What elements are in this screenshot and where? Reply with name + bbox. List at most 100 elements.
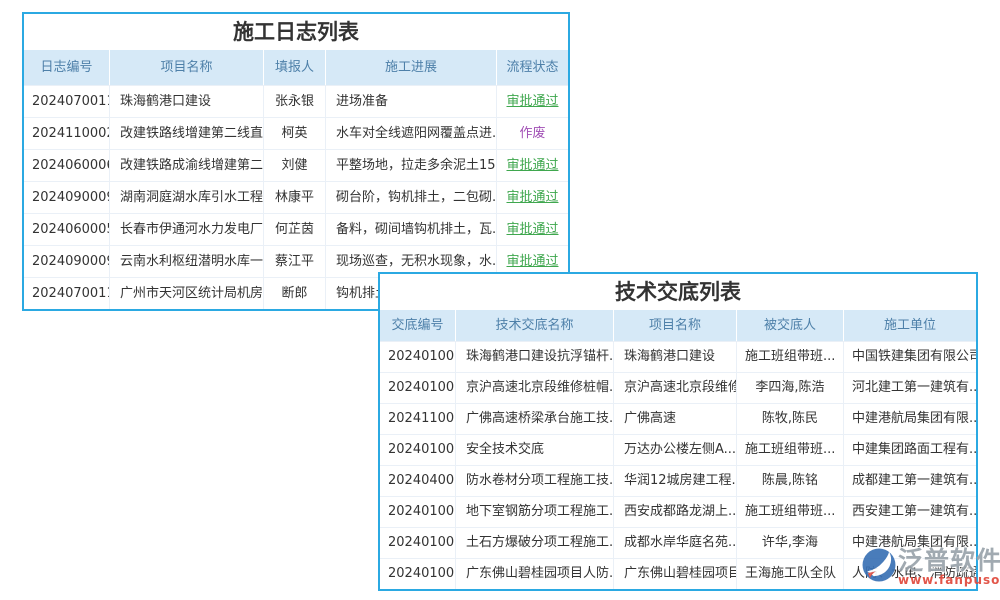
column-header-disclosure-project: 项目名称 [614, 310, 737, 341]
technical-disclosure-header-row: 交底编号 技术交底名称 项目名称 被交底人 施工单位 [380, 310, 976, 341]
log-progress-text: 水车对全线遮阳网覆盖点进... [326, 118, 497, 149]
log-project-link[interactable]: 改建铁路成渝线增建第二... [110, 150, 264, 181]
disclosure-name-link[interactable]: 珠海鹤港口建设抗浮锚杆... [456, 342, 614, 372]
disclosure-table-row: 2024010003 安全技术交底 万达办公楼左侧A... 施工班组带班... … [380, 434, 976, 465]
column-header-recipient: 被交底人 [737, 310, 844, 341]
disclosure-project-link[interactable]: 成都水岸华庭名苑... [614, 528, 737, 558]
column-header-progress: 施工进展 [326, 50, 497, 85]
disclosure-recipient-text: 王海施工队全队 [737, 559, 844, 589]
log-id-link[interactable]: 2024070011 [24, 278, 110, 309]
log-status-link[interactable]: 审批通过 [497, 86, 568, 117]
log-progress-text: 备料，砌间墙钩机排土，瓦... [326, 214, 497, 245]
column-header-project-name: 项目名称 [110, 50, 264, 85]
log-reporter: 断郎 [264, 278, 326, 309]
disclosure-table-row: 2024010004 京沪高速北京段维修桩帽... 京沪高速北京段维修 李四海,… [380, 372, 976, 403]
disclosure-name-link[interactable]: 防水卷材分项工程施工技... [456, 466, 614, 496]
disclosure-unit-text: 成都建工第一建筑有... [844, 466, 976, 496]
disclosure-name-link[interactable]: 地下室钢筋分项工程施工... [456, 497, 614, 527]
log-table-row: 2024060005 长春市伊通河水力发电厂... 何芷茵 备料，砌间墙钩机排土… [24, 213, 568, 245]
log-reporter: 林康平 [264, 182, 326, 213]
construction-log-header-row: 日志编号 项目名称 填报人 施工进展 流程状态 [24, 50, 568, 85]
log-id-link[interactable]: 2024110002 [24, 118, 110, 149]
log-project-link[interactable]: 云南水利枢纽潜明水库一... [110, 246, 264, 277]
log-project-link[interactable]: 长春市伊通河水力发电厂... [110, 214, 264, 245]
column-header-log-id: 日志编号 [24, 50, 110, 85]
disclosure-unit-text: 河北建工第一建筑有... [844, 373, 976, 403]
log-id-link[interactable]: 2024090009 [24, 182, 110, 213]
log-project-link[interactable]: 改建铁路线增建第二线直... [110, 118, 264, 149]
construction-log-panel: 施工日志列表 日志编号 项目名称 填报人 施工进展 流程状态 202407001… [22, 12, 570, 311]
disclosure-project-link[interactable]: 广东佛山碧桂园项目 [614, 559, 737, 589]
disclosure-name-link[interactable]: 京沪高速北京段维修桩帽... [456, 373, 614, 403]
disclosure-table-row: 2024110001 广佛高速桥梁承台施工技... 广佛高速 陈牧,陈民 中建港… [380, 403, 976, 434]
disclosure-name-link[interactable]: 安全技术交底 [456, 435, 614, 465]
technical-disclosure-panel: 技术交底列表 交底编号 技术交底名称 项目名称 被交底人 施工单位 202401… [378, 272, 978, 591]
log-progress-text: 砌台阶，钩机排土，二包砌... [326, 182, 497, 213]
disclosure-table-row: 2024010002 地下室钢筋分项工程施工... 西安成都路龙湖上... 施工… [380, 496, 976, 527]
construction-log-title: 施工日志列表 [24, 14, 568, 50]
log-id-link[interactable]: 2024060006 [24, 150, 110, 181]
log-id-link[interactable]: 2024090009 [24, 246, 110, 277]
technical-disclosure-title: 技术交底列表 [380, 274, 976, 310]
column-header-reporter: 填报人 [264, 50, 326, 85]
log-id-link[interactable]: 2024070011 [24, 86, 110, 117]
disclosure-unit-text: 西安建工第一建筑有... [844, 497, 976, 527]
disclosure-id-link[interactable]: 2024010003 [380, 435, 456, 465]
log-status-link[interactable]: 作废 [497, 118, 568, 149]
log-project-link[interactable]: 湖南洞庭湖水库引水工程... [110, 182, 264, 213]
log-project-link[interactable]: 广州市天河区统计局机房... [110, 278, 264, 309]
log-table-row: 2024090009 湖南洞庭湖水库引水工程... 林康平 砌台阶，钩机排土，二… [24, 181, 568, 213]
disclosure-project-link[interactable]: 华润12城房建工程... [614, 466, 737, 496]
disclosure-unit-text: 中国铁建集团有限公司 [844, 342, 976, 372]
log-table-row: 2024110002 改建铁路线增建第二线直... 柯英 水车对全线遮阳网覆盖点… [24, 117, 568, 149]
disclosure-id-link[interactable]: 2024010003 [380, 342, 456, 372]
disclosure-unit-text: 中建港航局集团有限... [844, 404, 976, 434]
disclosure-project-link[interactable]: 京沪高速北京段维修 [614, 373, 737, 403]
disclosure-id-link[interactable]: 2024040001 [380, 466, 456, 496]
log-reporter: 张永银 [264, 86, 326, 117]
disclosure-id-link[interactable]: 2024110001 [380, 404, 456, 434]
log-table-row: 2024060006 改建铁路成渝线增建第二... 刘健 平整场地，拉走多余泥土… [24, 149, 568, 181]
disclosure-table-row: 2024010003 珠海鹤港口建设抗浮锚杆... 珠海鹤港口建设 施工班组带班… [380, 341, 976, 372]
log-table-row: 2024070011 珠海鹤港口建设 张永银 进场准备 审批通过 [24, 85, 568, 117]
log-status-link[interactable]: 审批通过 [497, 150, 568, 181]
disclosure-id-link[interactable]: 2024010001 [380, 559, 456, 589]
disclosure-id-link[interactable]: 2024010004 [380, 373, 456, 403]
column-header-construction-unit: 施工单位 [844, 310, 976, 341]
log-id-link[interactable]: 2024060005 [24, 214, 110, 245]
log-reporter: 柯英 [264, 118, 326, 149]
column-header-disclosure-name: 技术交底名称 [456, 310, 614, 341]
disclosure-name-link[interactable]: 土石方爆破分项工程施工... [456, 528, 614, 558]
log-progress-text: 进场准备 [326, 86, 497, 117]
log-status-link[interactable]: 审批通过 [497, 214, 568, 245]
log-reporter: 何芷茵 [264, 214, 326, 245]
disclosure-project-link[interactable]: 万达办公楼左侧A... [614, 435, 737, 465]
disclosure-recipient-text: 陈晨,陈铭 [737, 466, 844, 496]
disclosure-recipient-text: 施工班组带班... [737, 342, 844, 372]
watermark-brand-text: 泛普软件 [898, 548, 1000, 574]
disclosure-project-link[interactable]: 西安成都路龙湖上... [614, 497, 737, 527]
disclosure-name-link[interactable]: 广东佛山碧桂园项目人防... [456, 559, 614, 589]
disclosure-table-row: 2024040001 防水卷材分项工程施工技... 华润12城房建工程... 陈… [380, 465, 976, 496]
column-header-disclosure-id: 交底编号 [380, 310, 456, 341]
disclosure-id-link[interactable]: 2024010002 [380, 497, 456, 527]
disclosure-recipient-text: 施工班组带班... [737, 497, 844, 527]
disclosure-name-link[interactable]: 广佛高速桥梁承台施工技... [456, 404, 614, 434]
disclosure-recipient-text: 李四海,陈浩 [737, 373, 844, 403]
disclosure-unit-text: 中建集团路面工程有... [844, 435, 976, 465]
watermark-url-text: www.fanpusoft.com [898, 574, 1000, 587]
log-project-link[interactable]: 珠海鹤港口建设 [110, 86, 264, 117]
column-header-workflow-status: 流程状态 [497, 50, 568, 85]
disclosure-recipient-text: 许华,李海 [737, 528, 844, 558]
disclosure-project-link[interactable]: 广佛高速 [614, 404, 737, 434]
disclosure-recipient-text: 陈牧,陈民 [737, 404, 844, 434]
log-reporter: 蔡江平 [264, 246, 326, 277]
disclosure-id-link[interactable]: 2024010002 [380, 528, 456, 558]
log-reporter: 刘健 [264, 150, 326, 181]
log-status-link[interactable]: 审批通过 [497, 182, 568, 213]
fanpu-logo-icon [862, 548, 896, 582]
disclosure-recipient-text: 施工班组带班... [737, 435, 844, 465]
log-progress-text: 平整场地，拉走多余泥土15... [326, 150, 497, 181]
disclosure-project-link[interactable]: 珠海鹤港口建设 [614, 342, 737, 372]
watermark: 泛普软件 www.fanpusoft.com [862, 548, 1000, 587]
